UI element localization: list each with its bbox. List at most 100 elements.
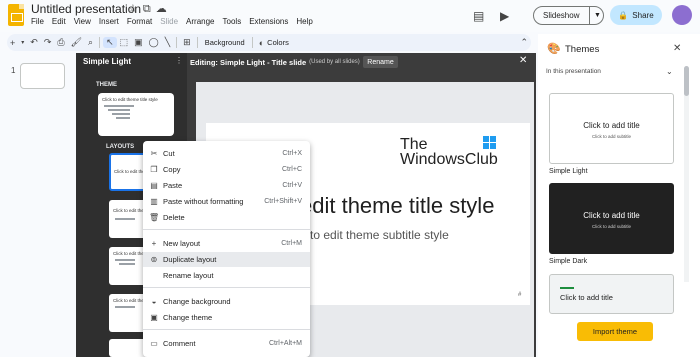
more-options-icon[interactable]: ⋮ [175,56,183,65]
windowsclub-logo-icon [483,136,497,150]
theme-name-simple-dark: Simple Dark [549,258,588,265]
menu-bar: File Edit View Insert Format Slide Arran… [31,17,321,26]
menu-item-change-theme[interactable]: ▣ Change theme [143,310,310,325]
undo-icon[interactable]: ↶ [27,37,41,48]
divider [176,37,178,48]
paste-icon: ▤ [150,181,158,190]
theme-card[interactable]: Click to add title [549,274,674,314]
menu-item-comment[interactable]: ▭ Comment Ctrl+Alt+M [143,336,310,351]
menu-item-label: Paste without formatting [163,197,244,206]
palette-icon: 🎨 [547,43,561,55]
redo-icon[interactable]: ↷ [41,37,55,48]
star-icon[interactable]: ☆ [128,3,143,15]
comments-icon[interactable]: ▤ [473,9,484,23]
menu-item-shortcut: Ctrl+V [282,182,302,189]
menu-insert[interactable]: Insert [99,17,119,26]
comment-add-icon[interactable]: ⊞ [180,37,194,48]
chevron-down-icon[interactable]: ▾ [18,39,27,46]
move-folder-icon[interactable]: ⧉ [143,3,156,15]
paint-format-icon[interactable]: 🖌 [68,37,85,48]
theme-card-simple-dark[interactable]: Click to add title Click to add subtitle [549,183,674,254]
menu-item-paste-plain[interactable]: ▥ Paste without formatting Ctrl+Shift+V [143,194,310,209]
zoom-icon[interactable]: ⌕ [85,37,96,48]
theme-card-title: Click to add title [583,121,640,130]
rename-button[interactable]: Rename [363,56,398,68]
slides-logo-icon[interactable] [8,4,24,26]
menu-format[interactable]: Format [127,17,152,26]
toolbar: + ▾ ↶ ↷ ⎙ 🖌 ⌕ ↖ ⬚ ▣ ◯ ╲ ⊞ Background ◐ C… [7,34,531,51]
meet-icon[interactable]: ▶ [500,9,509,23]
menu-item-paste[interactable]: ▤ Paste Ctrl+V [143,178,310,193]
slide-title-placeholder[interactable]: edit theme title style [300,193,494,219]
menu-file[interactable]: File [31,17,44,26]
themes-filter[interactable]: In this presentation [546,68,601,75]
collapse-up-icon[interactable]: ⌃ [517,37,531,48]
thumb-line [115,218,135,220]
avatar[interactable] [672,5,692,25]
theme-card-simple-light[interactable]: Click to add title Click to add subtitle [549,93,674,164]
theme-card-subtitle: Click to add subtitle [591,224,632,229]
menu-arrange[interactable]: Arrange [186,17,214,26]
shape-icon[interactable]: ◯ [146,37,162,48]
menu-item-cut[interactable]: ✂ Cut Ctrl+X [143,146,310,161]
share-label: Share [632,10,654,20]
import-theme-button[interactable]: Import theme [577,322,653,341]
text-box-icon[interactable]: ⬚ [117,37,132,48]
background-button[interactable]: Background [201,38,249,47]
select-icon[interactable]: ↖ [103,37,117,48]
colors-button[interactable]: Colors [267,38,293,47]
cloud-status-icon[interactable]: ☁ [156,3,172,15]
add-icon[interactable]: + [7,38,18,48]
theme-card-subtitle: Click to add subtitle [591,134,632,139]
menu-item-rename-layout[interactable]: Rename layout [143,268,310,283]
divider [196,37,198,48]
share-button[interactable]: 🔒 Share [610,5,662,25]
slide-subtitle-placeholder[interactable]: to edit theme subtitle style [310,228,449,242]
image-icon[interactable]: ▣ [131,37,146,48]
scrollbar-thumb[interactable] [684,66,689,96]
menu-item-duplicate-layout[interactable]: ⊚ Duplicate layout [143,252,310,267]
theme-master-thumbnail[interactable]: Click to edit theme title style [98,93,174,136]
menu-item-label: New layout [163,239,201,248]
menu-tools[interactable]: Tools [223,17,242,26]
thumb-line [112,113,130,115]
plus-icon: + [151,239,157,248]
thumb-line [108,109,130,111]
menu-view[interactable]: View [74,17,91,26]
menu-item-label: Copy [163,165,181,174]
slide-number-placeholder: # [518,292,522,298]
menu-item-new-layout[interactable]: + New layout Ctrl+M [143,236,310,251]
menu-item-label: Cut [163,149,175,158]
menu-item-shortcut: Ctrl+Alt+M [268,340,302,347]
menu-edit[interactable]: Edit [52,17,66,26]
slide-thumbnail[interactable] [20,63,65,89]
close-icon[interactable]: ✕ [519,55,527,66]
document-title[interactable]: Untitled presentation [31,2,141,16]
menu-item-label: Change theme [163,313,213,322]
menu-item-shortcut: Ctrl+M [281,240,302,247]
menu-item-delete[interactable]: 🗑 Delete [143,210,310,225]
menu-slide: Slide [160,17,179,26]
comment-icon: ▭ [150,339,158,348]
menu-item-change-background[interactable]: ◒ Change background [143,294,310,309]
filmstrip [0,55,76,357]
menu-help[interactable]: Help [296,17,312,26]
scrollbar-track[interactable] [684,82,689,282]
themes-title: Themes [565,44,600,55]
chevron-down-icon[interactable]: ▼ [590,12,601,19]
menu-item-label: Delete [163,213,185,222]
menu-item-shortcut: Ctrl+Shift+V [264,198,302,205]
line-icon[interactable]: ╲ [162,37,173,48]
layouts-section-label: LAYOUTS [106,144,135,150]
theme-section-label: THEME [96,82,117,88]
palette-icon[interactable]: ◐ [256,38,267,48]
copy-icon: ❐ [150,165,158,174]
thumb-line [115,306,135,308]
close-icon[interactable]: ✕ [673,43,681,54]
menu-extensions[interactable]: Extensions [249,17,288,26]
thumb-line [115,259,135,261]
slideshow-button[interactable]: Slideshow ▼ [533,6,604,25]
menu-item-copy[interactable]: ❐ Copy Ctrl+C [143,162,310,177]
chevron-down-icon[interactable]: ⌄ [666,67,673,76]
print-icon[interactable]: ⎙ [54,37,67,48]
